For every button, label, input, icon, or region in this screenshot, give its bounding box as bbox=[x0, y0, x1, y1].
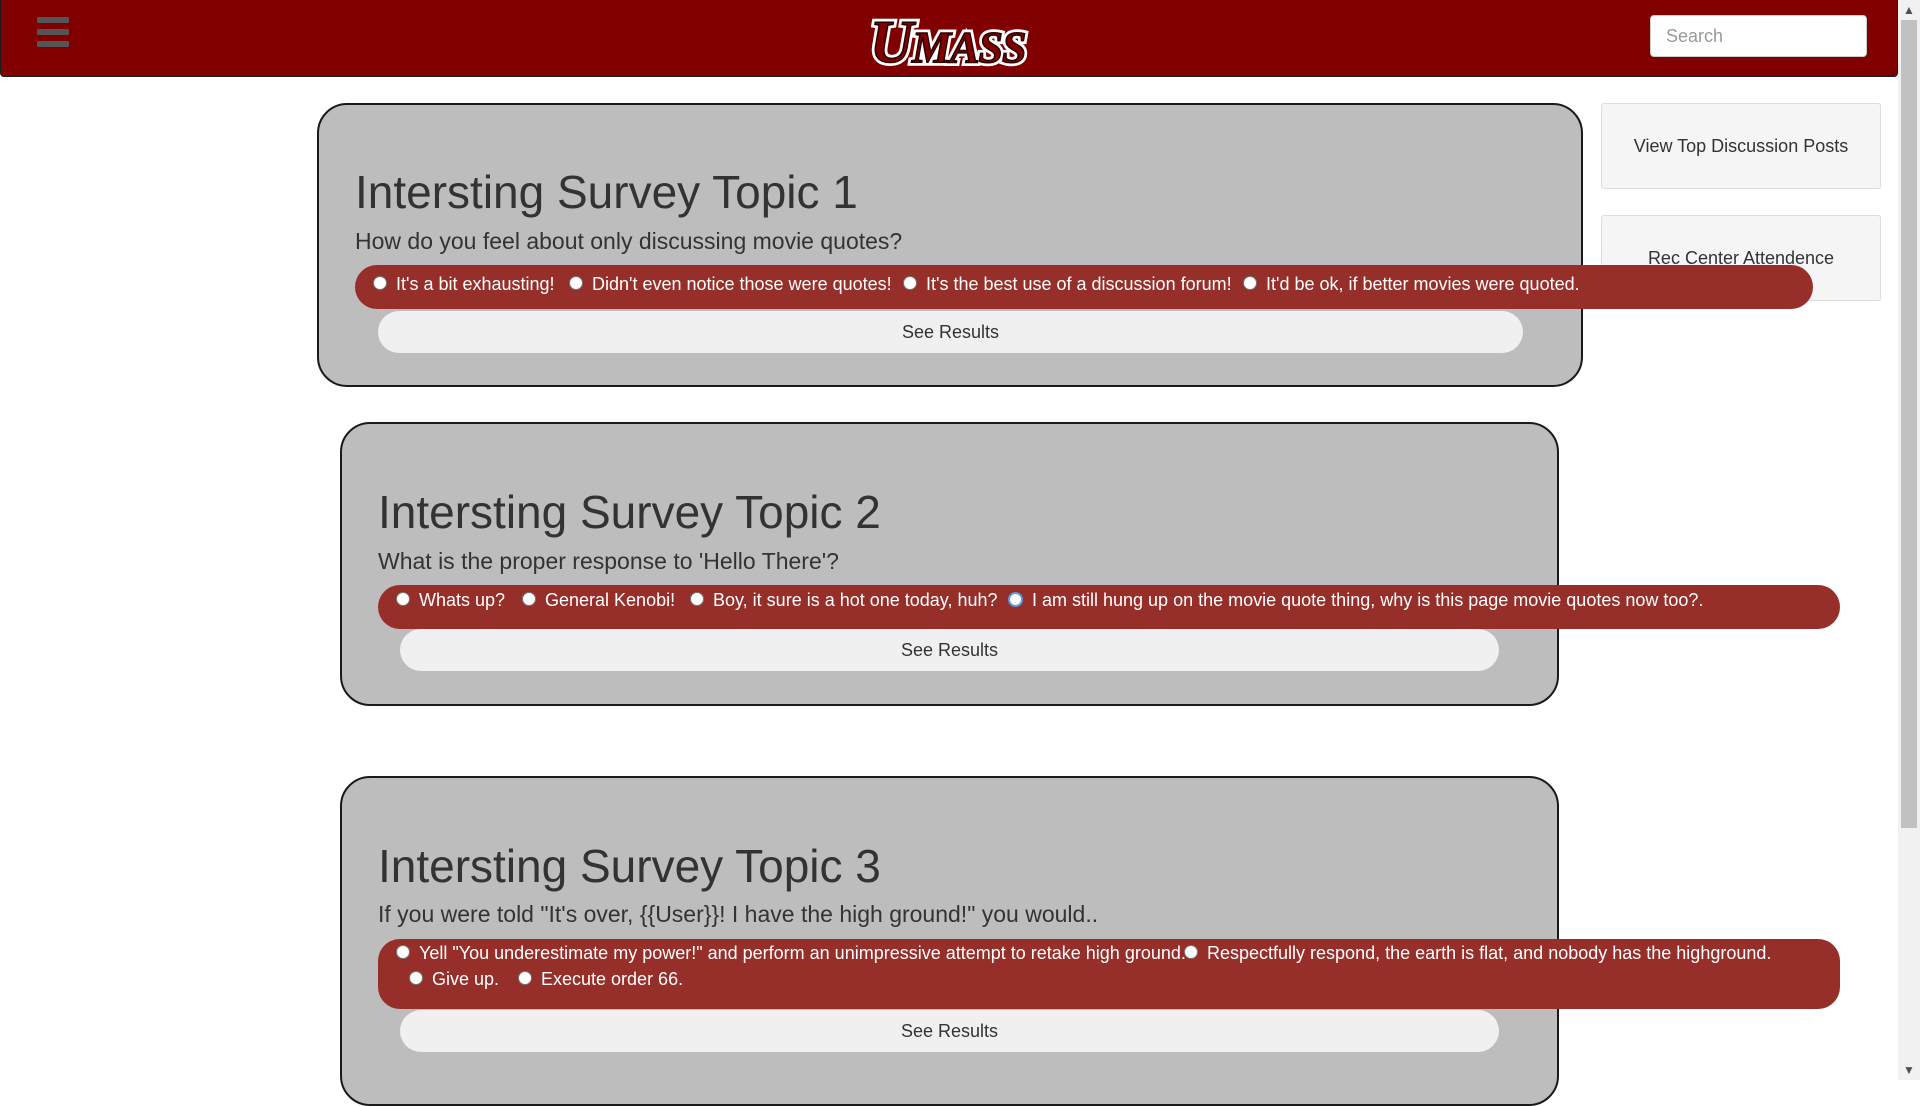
svg-text:MASS: MASS bbox=[911, 23, 1025, 72]
survey-title: Intersting Survey Topic 1 bbox=[355, 166, 858, 218]
umass-logo[interactable]: U U MASS MASS bbox=[864, 6, 1050, 72]
survey-question: What is the proper response to 'Hello Th… bbox=[378, 548, 839, 574]
svg-text:U: U bbox=[870, 9, 916, 72]
scroll-up-icon[interactable]: ▲ bbox=[1898, 0, 1920, 20]
survey-card-1: Intersting Survey Topic 1 How do you fee… bbox=[317, 103, 1813, 387]
survey-options: Yell "You underestimate my power!" and p… bbox=[378, 939, 1840, 1009]
survey-options: It's a bit exhausting! Didn't even notic… bbox=[355, 265, 1813, 309]
survey-question: If you were told "It's over, {{User}}! I… bbox=[378, 901, 1099, 927]
hamburger-menu-icon[interactable] bbox=[37, 17, 69, 53]
radio-icon[interactable] bbox=[903, 276, 917, 291]
survey-card-3: Intersting Survey Topic 3 If you were to… bbox=[340, 776, 1840, 1106]
scroll-down-icon[interactable]: ▼ bbox=[1898, 1060, 1920, 1080]
vertical-scrollbar[interactable]: ▲ ▼ bbox=[1898, 0, 1920, 1080]
survey-option[interactable]: Yell "You underestimate my power!" and p… bbox=[396, 943, 1186, 964]
survey-option[interactable]: Respectfully respond, the earth is flat,… bbox=[1184, 943, 1771, 964]
survey-option[interactable]: It'd be ok, if better movies were quoted… bbox=[1243, 274, 1580, 295]
radio-icon[interactable] bbox=[396, 592, 410, 607]
survey-option[interactable]: Execute order 66. bbox=[518, 969, 683, 990]
survey-option[interactable]: Didn't even notice those were quotes! bbox=[569, 274, 892, 295]
search-input[interactable] bbox=[1650, 15, 1867, 57]
radio-icon[interactable] bbox=[373, 276, 387, 291]
survey-title: Intersting Survey Topic 3 bbox=[378, 840, 881, 892]
radio-icon[interactable] bbox=[522, 592, 536, 607]
radio-icon[interactable] bbox=[1243, 276, 1257, 291]
survey-options: Whats up? General Kenobi! Boy, it sure i… bbox=[378, 585, 1840, 629]
radio-icon[interactable] bbox=[690, 592, 704, 607]
survey-option[interactable]: General Kenobi! bbox=[522, 590, 675, 611]
survey-option[interactable]: Boy, it sure is a hot one today, huh? bbox=[690, 590, 998, 611]
radio-icon[interactable] bbox=[569, 276, 583, 291]
see-results-button[interactable]: See Results bbox=[378, 311, 1523, 353]
see-results-button[interactable]: See Results bbox=[400, 1010, 1499, 1052]
survey-question: How do you feel about only discussing mo… bbox=[355, 228, 903, 254]
survey-option[interactable]: It's the best use of a discussion forum! bbox=[903, 274, 1232, 295]
survey-option[interactable]: It's a bit exhausting! bbox=[373, 274, 555, 295]
survey-option[interactable]: Give up. bbox=[409, 969, 499, 990]
radio-icon[interactable] bbox=[396, 945, 410, 960]
scroll-thumb[interactable] bbox=[1901, 20, 1917, 828]
survey-card-2: Intersting Survey Topic 2 What is the pr… bbox=[340, 422, 1840, 706]
survey-title: Intersting Survey Topic 2 bbox=[378, 486, 881, 538]
top-navbar: U U MASS MASS bbox=[0, 0, 1898, 77]
survey-option[interactable]: Whats up? bbox=[396, 590, 505, 611]
radio-icon[interactable] bbox=[1008, 591, 1023, 607]
radio-icon[interactable] bbox=[1184, 945, 1198, 960]
survey-option[interactable]: I am still hung up on the movie quote th… bbox=[1008, 590, 1703, 611]
view-top-discussion-posts-button[interactable]: View Top Discussion Posts bbox=[1601, 103, 1881, 189]
radio-icon[interactable] bbox=[409, 971, 423, 986]
see-results-button[interactable]: See Results bbox=[400, 629, 1499, 671]
radio-icon[interactable] bbox=[518, 971, 532, 986]
